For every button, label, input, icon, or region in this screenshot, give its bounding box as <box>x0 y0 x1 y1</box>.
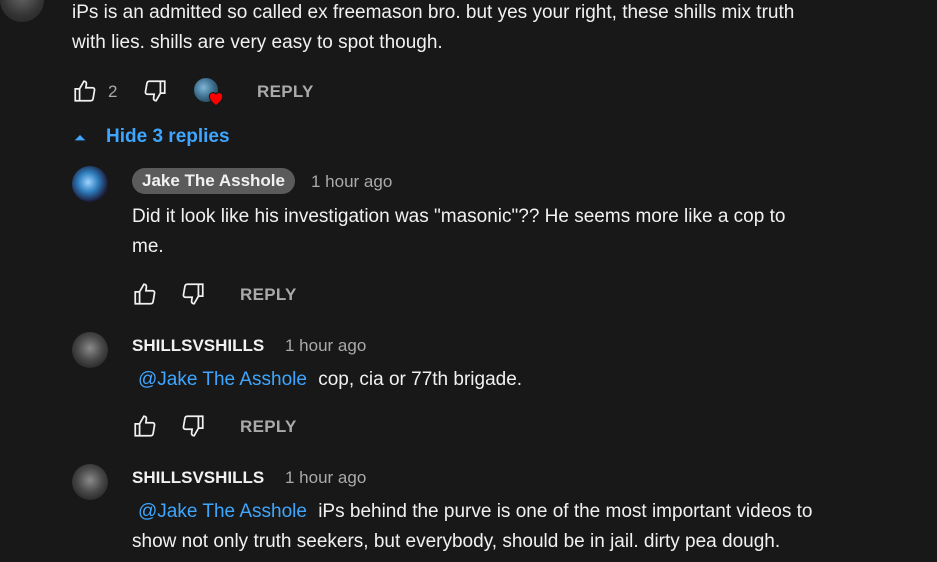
caret-up-icon <box>74 135 86 141</box>
reply-3-text-line1: @Jake The Asshole iPs behind the purve i… <box>138 497 812 527</box>
reply-2-avatar[interactable] <box>72 332 108 368</box>
reply-1-avatar[interactable] <box>72 166 108 202</box>
reply-3-text-body: iPs behind the purve is one of the most … <box>318 501 813 522</box>
reply-2-like-button[interactable] <box>132 413 158 439</box>
parent-like-button[interactable] <box>72 78 98 104</box>
thumbs-up-icon <box>74 80 96 102</box>
parent-comment-text-line1: iPs is an admitted so called ex freemaso… <box>72 2 795 23</box>
reply-1-reply-button[interactable]: REPLY <box>240 285 297 305</box>
reply-2-text: @Jake The Asshole cop, cia or 77th briga… <box>138 365 522 395</box>
reply-3-timestamp[interactable]: 1 hour ago <box>285 468 366 488</box>
reply-2-author[interactable]: SHILLSVSHILLS <box>132 336 264 356</box>
reply-2-text-body: cop, cia or 77th brigade. <box>318 369 523 390</box>
thumbs-up-icon <box>134 283 156 305</box>
reply-3-avatar[interactable] <box>72 464 108 500</box>
parent-avatar[interactable] <box>0 0 44 22</box>
thumbs-up-icon <box>134 415 156 437</box>
hide-replies-toggle[interactable]: Hide 3 replies <box>72 124 230 150</box>
reply-1-timestamp[interactable]: 1 hour ago <box>311 172 392 192</box>
parent-like-count: 2 <box>108 82 118 101</box>
reply-3-text-line2: show not only truth seekers, but everybo… <box>132 531 781 552</box>
parent-reply-button[interactable]: REPLY <box>257 82 314 102</box>
reply-2-timestamp[interactable]: 1 hour ago <box>285 336 366 356</box>
reply-1-text-line2: me. <box>132 236 164 257</box>
parent-dislike-button[interactable] <box>142 78 168 104</box>
parent-comment-text-line2: with lies. shills are very easy to spot … <box>72 32 443 53</box>
thumbs-down-icon <box>182 283 204 305</box>
reply-1-text-line1: Did it look like his investigation was "… <box>132 206 786 227</box>
reply-2-dislike-button[interactable] <box>180 413 206 439</box>
reply-1-author-chip[interactable]: Jake The Asshole <box>132 168 295 194</box>
reply-3-author[interactable]: SHILLSVSHILLS <box>132 468 264 488</box>
hide-replies-label: Hide 3 replies <box>106 126 230 147</box>
creator-heart-icon <box>208 92 224 107</box>
reply-3-mention[interactable]: @Jake The Asshole <box>138 501 307 522</box>
reply-2-mention[interactable]: @Jake The Asshole <box>138 369 307 390</box>
thumbs-down-icon <box>182 415 204 437</box>
reply-2-reply-button[interactable]: REPLY <box>240 417 297 437</box>
reply-1-dislike-button[interactable] <box>180 281 206 307</box>
thumbs-down-icon <box>144 80 166 102</box>
reply-1-like-button[interactable] <box>132 281 158 307</box>
creator-heart-badge <box>194 78 228 108</box>
